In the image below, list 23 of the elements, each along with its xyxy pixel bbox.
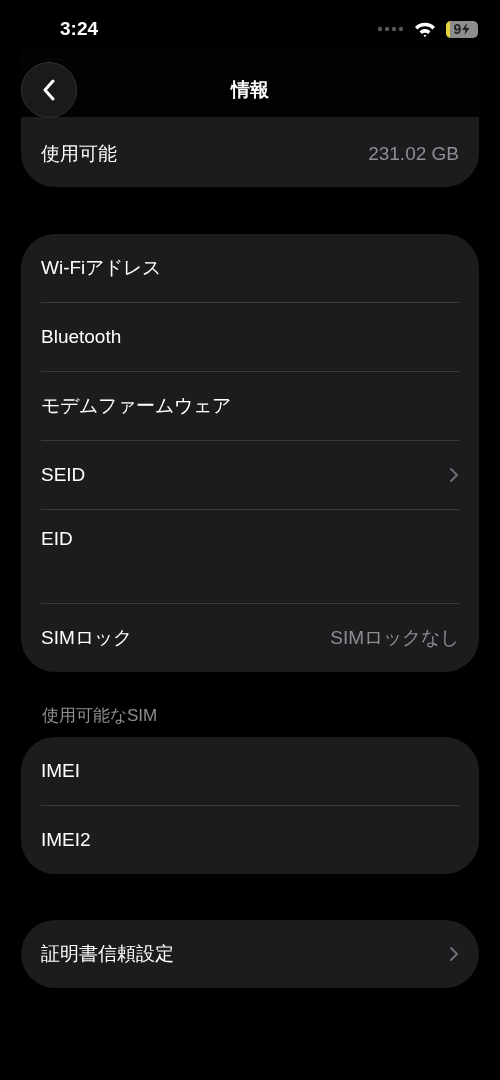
row-label: IMEI2 <box>41 829 91 851</box>
battery-icon: 9 <box>446 20 478 38</box>
chevron-icon <box>449 946 459 962</box>
section-header: 使用可能なSIM <box>41 705 159 727</box>
status-time: 3:24 <box>60 18 99 40</box>
wifi-icon <box>414 20 436 38</box>
back-icon <box>43 79 55 101</box>
page-title: 情報 <box>231 77 269 102</box>
signal-icon <box>377 25 404 33</box>
row-value: SIMロックなし <box>330 626 459 650</box>
list-row[interactable]: SEID <box>41 440 459 509</box>
row-label: Wi-Fiアドレス <box>41 256 162 280</box>
row-label: IMEI <box>41 760 81 782</box>
row-label: モデムファームウェア <box>41 394 231 418</box>
bolt-icon <box>462 23 471 35</box>
row-label: Bluetooth <box>41 326 122 348</box>
list-row[interactable]: 証明書信頼設定 <box>41 920 459 988</box>
row-label: EID <box>41 528 73 550</box>
row-label: SIMロック <box>41 626 132 650</box>
row-value: 231.02 GB <box>368 142 459 165</box>
back-button[interactable] <box>21 62 77 118</box>
row-label: 使用可能 <box>41 141 117 166</box>
chevron-icon <box>449 467 459 483</box>
